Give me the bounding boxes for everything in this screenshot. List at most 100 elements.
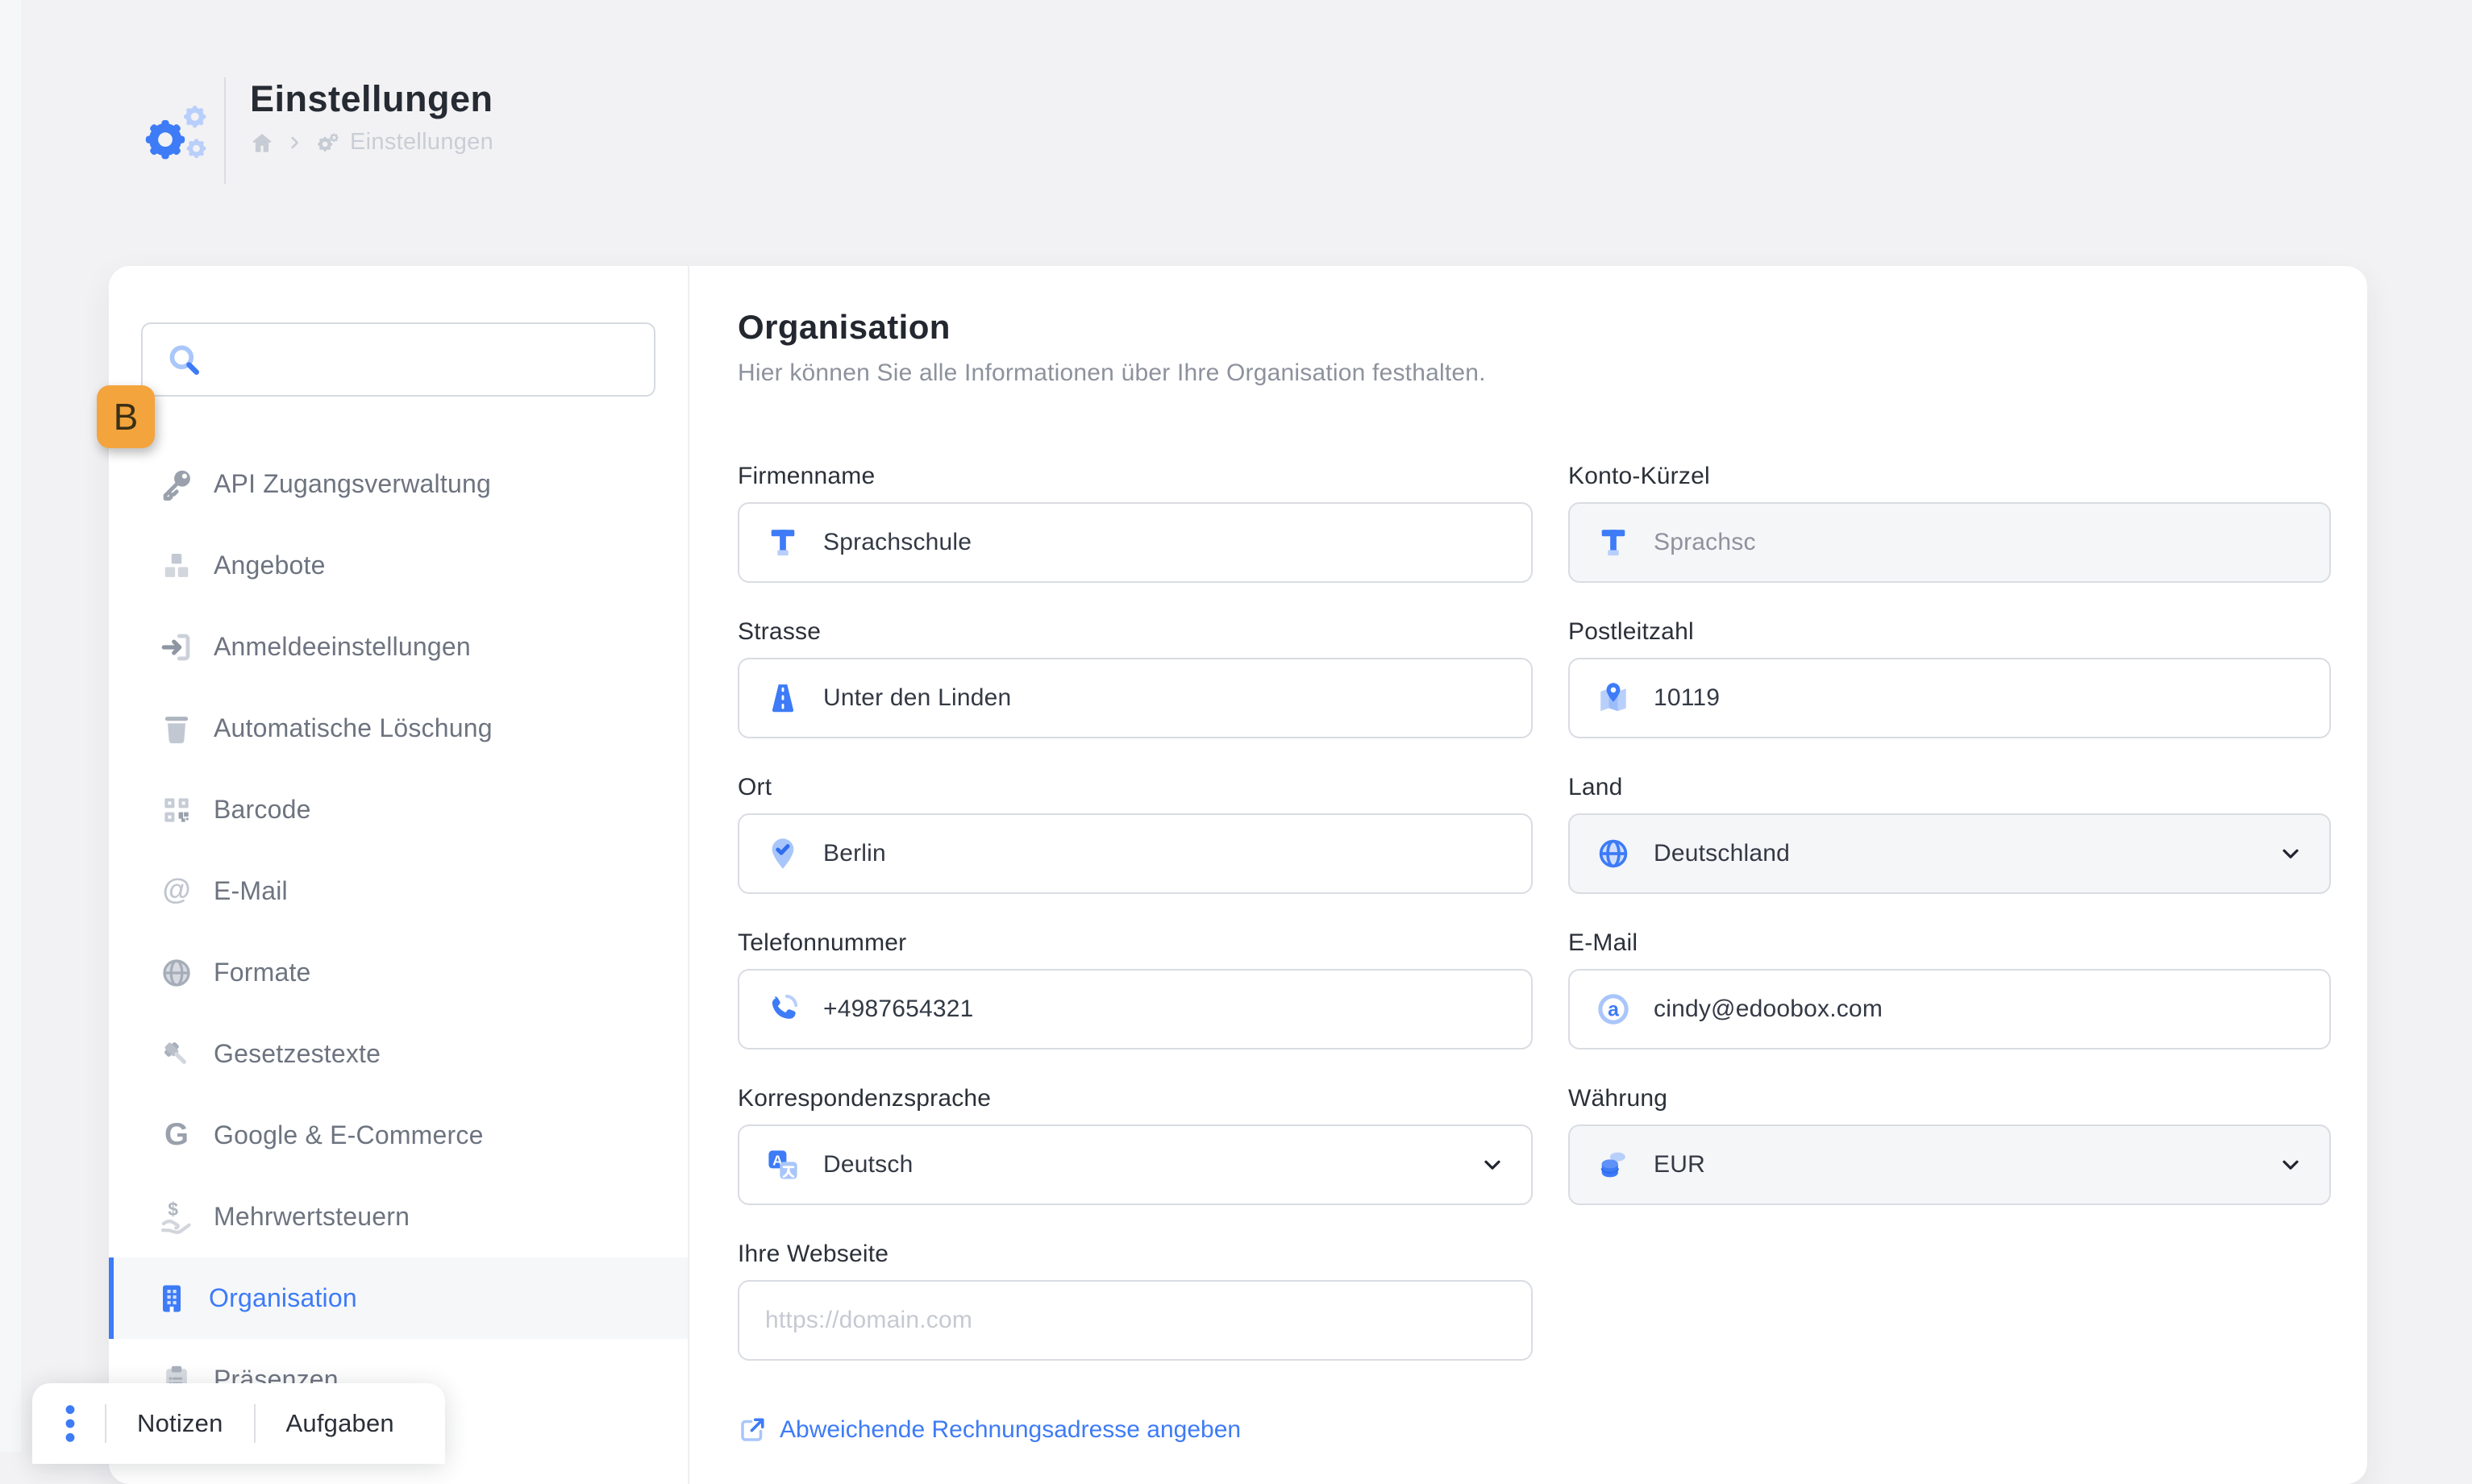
settings-gears-small-icon [314, 131, 339, 155]
sidebar-item-label: Barcode [214, 795, 311, 825]
billing-address-link-label: Abweichende Rechnungsadresse angeben [780, 1416, 1241, 1444]
coins-icon [1596, 1147, 1631, 1183]
ihre-webseite-field[interactable] [765, 1307, 1505, 1334]
sidebar-item-mehrwertsteuern[interactable]: $Mehrwertsteuern [109, 1176, 688, 1257]
korrespondenzsprache-select[interactable]: ADeutsch [738, 1124, 1533, 1205]
sidebar-item-label: API Zugangsverwaltung [214, 469, 491, 499]
strasse-input[interactable] [738, 658, 1533, 738]
overlay-badge-b[interactable]: B [97, 385, 155, 448]
header-divider [224, 77, 226, 184]
firmenname-input[interactable] [738, 502, 1533, 583]
sidebar-item-label: Angebote [214, 551, 326, 580]
at-blue-icon: a [1596, 991, 1631, 1027]
dots-vertical-icon[interactable] [60, 1403, 81, 1445]
ihre-webseite-input[interactable] [738, 1280, 1533, 1361]
chevron-down-icon [1479, 1152, 1505, 1178]
sidebar-item-label: Organisation [209, 1283, 357, 1313]
field-postleitzahl: Postleitzahl [1568, 618, 2331, 738]
phone-icon [765, 991, 801, 1027]
settings-sidebar: API Zugangsverwaltung Angebote Anmeldeeins… [109, 266, 689, 1484]
google-icon: G [159, 1118, 194, 1154]
tab-aufgaben[interactable]: Aufgaben [280, 1409, 401, 1438]
field-konto-kuerzel: Konto-Kürzel [1568, 463, 2331, 583]
firmenname-field[interactable] [823, 529, 1505, 556]
postleitzahl-field[interactable] [1654, 684, 2303, 712]
text-icon [1596, 525, 1631, 560]
home-icon[interactable] [250, 131, 274, 155]
breadcrumb: Einstellungen [250, 129, 493, 156]
external-link-icon [738, 1415, 767, 1445]
bar-divider [254, 1404, 256, 1443]
sidebar-item-barcode[interactable]: Barcode [109, 769, 688, 850]
field-ort: Ort [738, 774, 1533, 894]
ort-field[interactable] [823, 840, 1505, 867]
field-label-strasse: Strasse [738, 618, 1533, 646]
chevron-down-icon [2278, 841, 2303, 867]
sidebar-item-label: Formate [214, 958, 311, 987]
at-icon: @ [159, 874, 194, 909]
page-title: Einstellungen [250, 77, 493, 121]
field-label-waehrung: Währung [1568, 1085, 2331, 1112]
sidebar-search[interactable] [141, 322, 655, 397]
sidebar-item-automatische-loeschung[interactable]: Automatische Löschung [109, 688, 688, 769]
gavel-icon [159, 1037, 194, 1072]
bar-divider [105, 1404, 106, 1443]
notes-tasks-bar: Notizen Aufgaben [32, 1383, 445, 1464]
ort-input[interactable] [738, 813, 1533, 894]
section-title: Organisation [738, 308, 2332, 347]
key-icon [159, 467, 194, 502]
sidebar-item-anmeldeeinstellungen[interactable]: Anmeldeeinstellungen [109, 606, 688, 688]
section-subtitle: Hier können Sie alle Informationen über … [738, 360, 2332, 387]
land-select[interactable]: Deutschland [1568, 813, 2331, 894]
sidebar-item-gesetzestexte[interactable]: Gesetzestexte [109, 1013, 688, 1095]
billing-address-link[interactable]: Abweichende Rechnungsadresse angeben [738, 1415, 1241, 1445]
building-icon [154, 1281, 189, 1316]
sign-in-icon [159, 630, 194, 665]
breadcrumb-current[interactable]: Einstellungen [350, 129, 493, 156]
road-icon [765, 680, 801, 716]
e-mail-input[interactable]: a [1568, 969, 2331, 1050]
field-label-postleitzahl: Postleitzahl [1568, 618, 2331, 646]
globe-blue-icon [1596, 836, 1631, 871]
translate-icon: A [765, 1147, 801, 1183]
chevron-down-icon [2278, 1152, 2303, 1178]
tab-notizen[interactable]: Notizen [131, 1409, 230, 1438]
sidebar-item-api-zugangsverwaltung[interactable]: API Zugangsverwaltung [109, 443, 688, 525]
field-label-ort: Ort [738, 774, 1533, 801]
svg-text:@: @ [163, 874, 191, 906]
konto-kuerzel-input[interactable] [1568, 502, 2331, 583]
sidebar-item-label: Google & E-Commerce [214, 1120, 484, 1150]
svg-text:G: G [164, 1118, 189, 1152]
text-icon [765, 525, 801, 560]
search-input[interactable] [220, 346, 631, 373]
postleitzahl-input[interactable] [1568, 658, 2331, 738]
sidebar-item-label: Gesetzestexte [214, 1039, 381, 1069]
location-check-icon [765, 836, 801, 871]
qrcode-icon [159, 792, 194, 828]
sidebar-item-formate[interactable]: Formate [109, 932, 688, 1013]
field-land: LandDeutschland [1568, 774, 2331, 894]
cubes-icon [159, 548, 194, 584]
sidebar-item-google-e-commerce[interactable]: G Google & E-Commerce [109, 1095, 688, 1176]
field-firmenname: Firmenname [738, 463, 1533, 583]
sidebar-item-label: Automatische Löschung [214, 713, 493, 743]
konto-kuerzel-field[interactable] [1654, 529, 2303, 556]
strasse-field[interactable] [823, 684, 1505, 712]
telefonnummer-input[interactable] [738, 969, 1533, 1050]
field-label-firmenname: Firmenname [738, 463, 1533, 490]
sidebar-item-e-mail[interactable]: @E-Mail [109, 850, 688, 932]
page-header: Einstellungen Einstellungen [139, 77, 493, 184]
e-mail-field[interactable] [1654, 996, 2303, 1023]
sidebar-item-angebote[interactable]: Angebote [109, 525, 688, 606]
field-label-e-mail: E-Mail [1568, 929, 2331, 957]
field-korrespondenzsprache: KorrespondenzspracheADeutsch [738, 1085, 1533, 1205]
organisation-form: Firmenname Konto-Kürzel Strasse Postleitzah… [738, 463, 2332, 1396]
field-strasse: Strasse [738, 618, 1533, 738]
hand-dollar-icon: $ [159, 1199, 194, 1235]
field-telefonnummer: Telefonnummer [738, 929, 1533, 1050]
field-label-ihre-webseite: Ihre Webseite [738, 1241, 1533, 1268]
telefonnummer-field[interactable] [823, 996, 1505, 1023]
waehrung-select[interactable]: EUR [1568, 1124, 2331, 1205]
sidebar-item-organisation[interactable]: Organisation [109, 1257, 688, 1339]
field-label-konto-kuerzel: Konto-Kürzel [1568, 463, 2331, 490]
